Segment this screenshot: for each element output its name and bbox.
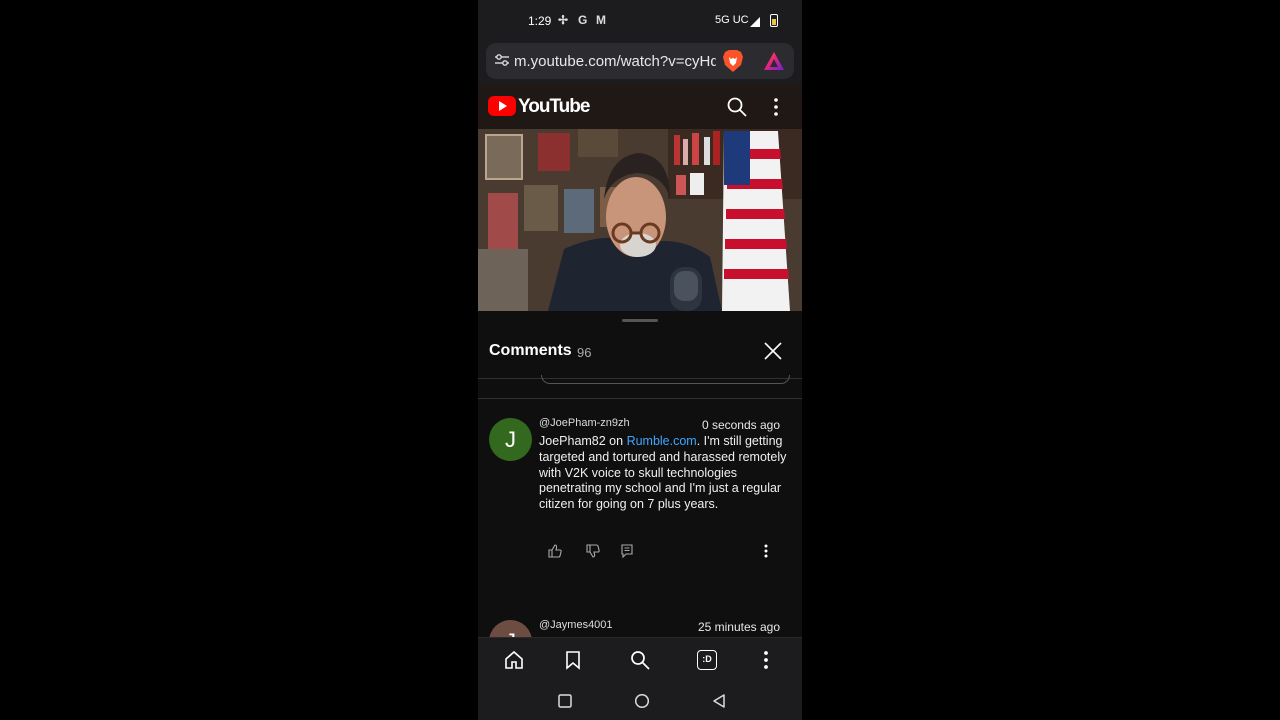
comments-title: Comments — [489, 342, 572, 359]
recents-icon[interactable] — [557, 693, 573, 709]
signal-icon — [750, 17, 760, 27]
avatar[interactable]: J — [489, 620, 532, 637]
brave-lion-icon[interactable] — [722, 49, 744, 73]
url-text[interactable]: m.youtube.com/watch?v=cyHq — [514, 53, 716, 70]
tune-icon[interactable] — [494, 52, 510, 68]
comment-input-edge[interactable] — [541, 375, 790, 384]
brave-rewards-icon[interactable] — [763, 51, 785, 71]
status-time: 1:29 — [528, 14, 552, 28]
comment-link[interactable]: Rumble.com — [627, 434, 697, 448]
tab-switcher-icon[interactable]: :D — [697, 650, 717, 670]
browser-toolbar: :D — [478, 637, 802, 681]
comments-count: 96 — [577, 345, 592, 360]
comment-author[interactable]: @JoePham-zn9zh — [539, 417, 630, 429]
comment-time[interactable]: 0 seconds ago — [702, 418, 780, 432]
video-frame — [478, 129, 802, 311]
android-nav-bar — [478, 681, 802, 720]
browser-address-area: m.youtube.com/watch?v=cyHq — [478, 42, 802, 84]
status-bar: 1:29 ✢ G M 5G UC — [478, 0, 802, 42]
home-icon[interactable] — [504, 650, 524, 670]
youtube-logo-icon[interactable] — [488, 96, 516, 116]
comment-time[interactable]: 25 minutes ago — [698, 620, 780, 634]
comment-text: JoePham82 on Rumble.com. I'm still getti… — [539, 434, 787, 513]
dislike-icon[interactable] — [586, 544, 600, 558]
youtube-header: YouTube — [478, 84, 802, 129]
search-icon[interactable] — [727, 97, 747, 117]
avatar[interactable]: J — [489, 418, 532, 461]
comment-item: J @Jaymes4001 25 minutes ago — [478, 618, 802, 637]
comments-panel: Comments 96 J @JoePham-zn9zh 0 seconds a… — [478, 311, 802, 637]
gmail-icon: M — [596, 13, 606, 27]
drag-handle[interactable] — [622, 319, 658, 322]
google-icon: G — [578, 13, 588, 27]
divider — [478, 398, 802, 399]
youtube-wordmark[interactable]: YouTube — [518, 96, 590, 118]
video-player[interactable] — [478, 129, 802, 311]
bookmark-icon[interactable] — [563, 650, 583, 670]
comment-author[interactable]: @Jaymes4001 — [539, 619, 613, 631]
back-icon[interactable] — [711, 693, 727, 709]
comment-item: J @JoePham-zn9zh 0 seconds ago JoePham82… — [478, 416, 802, 576]
pinwheel-icon: ✢ — [558, 13, 569, 27]
network-label: 5G UC — [715, 14, 749, 26]
more-vert-icon[interactable] — [756, 650, 776, 670]
like-icon[interactable] — [548, 544, 562, 558]
close-icon[interactable] — [764, 342, 782, 360]
comment-text-prefix: JoePham82 on — [539, 434, 627, 448]
battery-icon — [770, 14, 778, 27]
address-bar[interactable]: m.youtube.com/watch?v=cyHq — [486, 43, 794, 79]
reply-icon[interactable] — [620, 544, 634, 558]
more-vert-icon[interactable] — [774, 98, 778, 116]
home-circle-icon[interactable] — [634, 693, 650, 709]
search-icon[interactable] — [630, 650, 650, 670]
comment-more-icon[interactable] — [759, 544, 773, 558]
phone-screen: 1:29 ✢ G M 5G UC m.youtube.com/watch?v=c… — [478, 0, 802, 720]
